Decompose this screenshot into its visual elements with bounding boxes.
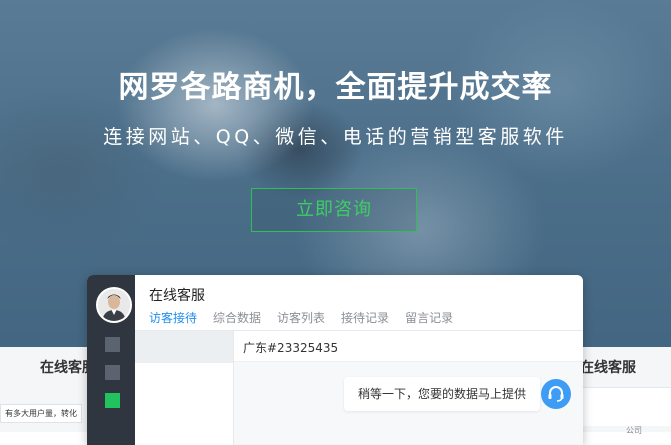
agent-avatar[interactable] (96, 287, 132, 323)
hero-title: 网罗各路商机，全面提升成交率 (118, 70, 553, 105)
chat-sidebar (87, 275, 135, 445)
sidebar-nav-item[interactable] (105, 337, 120, 352)
background-card-text: 有多大用户量，转化 (0, 404, 82, 423)
hero-subtitle: 连接网站、QQ、微信、电话的营销型客服软件 (103, 126, 568, 148)
message-bubble: 稍等一下，您要的数据马上提供 (344, 377, 541, 411)
background-card-title: 在线客服 (580, 360, 636, 376)
background-card-left: 在线客服 有多大用户量，转化 (0, 347, 100, 432)
avatar-icon (98, 289, 130, 321)
visitor-list-item-selected[interactable] (135, 331, 233, 363)
conversation-header: 广东#23325435 (234, 331, 583, 362)
consult-now-button[interactable]: 立即咨询 (251, 188, 417, 232)
message-area: 稍等一下，您要的数据马上提供 (234, 362, 583, 445)
chat-window: 在线客服 访客接待 综合数据 访客列表 接待记录 留言记录 广东#2332543… (87, 275, 583, 445)
chat-tabs: 访客接待 综合数据 访客列表 接待记录 留言记录 (149, 309, 469, 332)
headset-glyph (548, 386, 564, 402)
tab-message-records[interactable]: 留言记录 (405, 309, 453, 332)
sidebar-nav-item-active[interactable] (105, 393, 120, 408)
visitor-id: 广东#23325435 (243, 341, 339, 355)
conversation-panel: 广东#23325435 稍等一下，您要的数据马上提供 (234, 331, 583, 445)
headset-icon (541, 379, 571, 409)
chat-title: 在线客服 (149, 288, 205, 304)
tab-overall-data[interactable]: 综合数据 (213, 309, 261, 332)
tab-visitor-reception[interactable]: 访客接待 (149, 309, 198, 332)
background-card-band (580, 387, 671, 426)
tab-visitor-list[interactable]: 访客列表 (277, 309, 325, 332)
background-card-label: 公司 (626, 426, 642, 435)
tab-reception-records[interactable]: 接待记录 (341, 309, 389, 332)
visitor-list (135, 331, 234, 445)
sidebar-nav-item[interactable] (105, 365, 120, 380)
